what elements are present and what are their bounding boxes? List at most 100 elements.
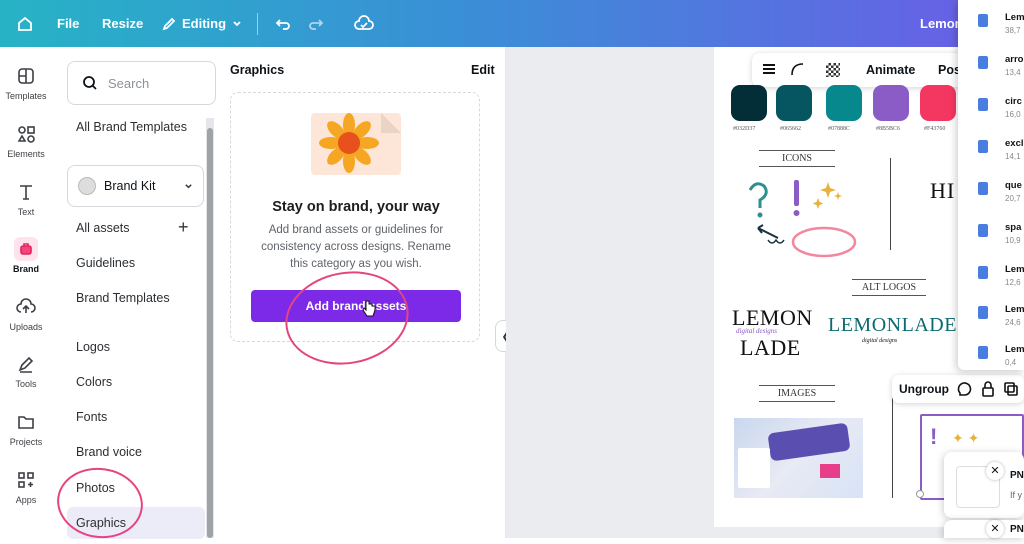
elements-icon [17,126,35,143]
sidebar-item-all-assets[interactable]: All assets [76,221,130,235]
graphics-title: Graphics [230,63,285,77]
color-swatch[interactable] [873,85,909,121]
file-size: 12,6 [1005,278,1021,287]
download-item[interactable]: circ 16,0 [978,94,1024,128]
transparency-icon[interactable] [826,63,840,77]
file-name: spa [1005,222,1022,233]
duplicate-icon[interactable] [1003,381,1019,397]
rail-label: Text [17,207,35,217]
brand-kit-label: Brand Kit [104,179,156,193]
home-icon[interactable] [16,15,34,33]
editing-mode-button[interactable]: Editing [162,16,242,31]
pencil-icon [162,17,176,30]
add-brand-assets-button[interactable]: Add brand assets [251,290,461,322]
file-icon [978,140,988,153]
alt-logo-stacked[interactable]: LEMON digital designs LADE [730,305,812,360]
redo-icon[interactable] [307,15,325,33]
swatch-hex: #8B5BC6 [876,126,901,132]
comment-add-icon[interactable] [957,381,973,397]
file-icon [978,98,988,111]
brand-icon [14,237,38,261]
download-item[interactable]: Lem 38,7 [978,10,1024,44]
download-item[interactable]: Lem 0,4 [978,342,1024,376]
edit-button[interactable]: Edit [471,63,495,77]
download-item[interactable]: Lem 12,6 [978,262,1024,296]
divider [890,158,891,250]
download-item[interactable]: Lem 24,6 [978,302,1024,336]
file-menu[interactable]: File [57,16,79,31]
download-item[interactable]: spa 10,9 [978,220,1024,254]
color-swatch[interactable] [920,85,956,121]
file-icon [978,346,988,359]
rail-text[interactable]: Text [0,181,52,217]
sidebar-item-brand-templates[interactable]: Brand Templates [76,291,170,305]
brand-kit-logo [78,177,96,195]
resize-handle[interactable] [916,490,924,498]
file-name: circ [1005,96,1022,107]
icon-graphics[interactable] [738,178,858,258]
document-title[interactable]: Lemon [920,16,963,31]
all-brand-templates-link[interactable]: All Brand Templates [76,120,187,134]
sidebar-item-photos[interactable]: Photos [76,481,115,495]
close-icon[interactable]: ✕ [986,462,1004,480]
sidebar-item-graphics[interactable]: Graphics [76,516,126,530]
animate-button[interactable]: Animate [866,63,915,77]
graphics-panel: Graphics Edit Stay on brand, your way Ad… [216,47,506,538]
rail-brand[interactable]: Brand [0,237,52,274]
uploads-icon [16,298,36,313]
color-swatch[interactable] [731,85,767,121]
upload-title: PN [1010,470,1024,481]
rail-projects[interactable]: Projects [0,411,52,447]
download-item[interactable]: arro 13,4 [978,52,1024,86]
file-icon [978,56,988,69]
upload-title: PN [1010,524,1024,535]
lock-icon[interactable] [981,381,995,397]
divider [892,390,893,498]
cursor-hand-icon [362,300,376,317]
scrollbar-thumb[interactable] [207,128,213,538]
download-item[interactable]: excl 14,1 [978,136,1024,170]
mockup-image[interactable] [734,418,863,498]
sidebar-item-brand-voice[interactable]: Brand voice [76,445,142,459]
rail-elements[interactable]: Elements [0,123,52,159]
chevron-down-icon [185,183,192,188]
download-item[interactable]: que 20,7 [978,178,1024,212]
color-swatch[interactable] [826,85,862,121]
upload-card[interactable]: PN ✕ [944,520,1024,538]
brand-kit-select[interactable]: Brand Kit [67,165,204,207]
close-icon[interactable]: ✕ [986,520,1004,538]
ungroup-button[interactable]: Ungroup [899,382,949,396]
upload-card[interactable]: PN If y ✕ [944,452,1024,518]
corner-rounding-icon[interactable] [790,62,804,79]
tools-icon [18,356,34,373]
search-input[interactable]: Search [67,61,216,105]
sidebar-item-guidelines[interactable]: Guidelines [76,256,135,270]
sidebar-item-logos[interactable]: Logos [76,340,110,354]
partial-logo[interactable]: HI [930,178,955,204]
file-icon [978,224,988,237]
cloud-saved-icon[interactable] [354,14,374,33]
file-size: 0,4 [1005,358,1017,367]
file-name: arro [1005,54,1024,65]
rail-templates[interactable]: Templates [0,65,52,101]
logo-subtext: digital designs [736,327,778,335]
rail-tools[interactable]: Tools [0,353,52,389]
sidebar-item-fonts[interactable]: Fonts [76,410,107,424]
line-style-icon[interactable] [762,63,776,78]
add-icon[interactable]: + [178,217,189,238]
chevron-down-icon [233,20,241,26]
sidebar-item-colors[interactable]: Colors [76,375,112,389]
rail-label: Brand [12,264,39,274]
color-swatch[interactable] [776,85,812,121]
rail-label: Tools [15,379,37,389]
undo-icon[interactable] [274,15,292,33]
alt-logo-horizontal[interactable]: LEMONLADE digital designs [828,314,958,354]
images-section-label: IMAGES [759,385,835,402]
rail-uploads[interactable]: Uploads [0,296,52,332]
rail-apps[interactable]: Apps [0,469,52,505]
rail-label: Projects [9,437,43,447]
icons-section-label: ICONS [759,150,835,167]
logo-text: LEMONLADE [828,314,957,336]
resize-button[interactable]: Resize [102,16,143,31]
side-rail: Templates Elements Text Brand Uploads To… [0,47,52,538]
